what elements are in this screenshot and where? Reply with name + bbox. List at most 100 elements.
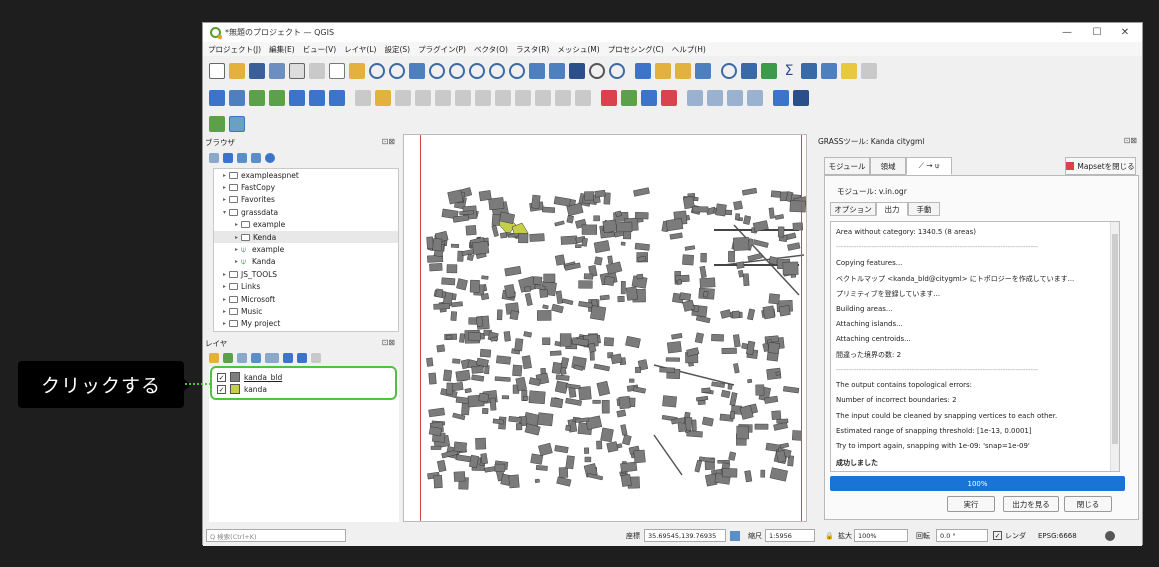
tab-module-run[interactable]: ⟋ → ⍦ [906,157,952,175]
redo-icon[interactable] [575,90,591,106]
menu-layer[interactable]: レイヤ(L) [344,44,376,55]
zoom-selection-icon[interactable] [449,63,465,79]
attribute-table-icon[interactable] [741,63,757,79]
close-module-button[interactable]: 閉じる [1064,496,1112,512]
browser-item[interactable]: ▸ Favorites [214,194,398,206]
browser-item[interactable]: ▸ Links [214,281,398,293]
manage-visibility-icon[interactable] [237,353,247,363]
new-geopackage-icon[interactable] [229,90,245,106]
expand-caret-icon[interactable]: ▾ [220,209,229,216]
show-hide-labels-icon[interactable] [747,90,763,106]
browser-item[interactable]: ▸ Music [214,305,398,317]
expand-caret-icon[interactable]: ▸ [220,308,229,315]
expand-caret-icon[interactable]: ▸ [220,271,229,278]
open-field-calculator-icon[interactable] [721,63,737,79]
map-tips-icon[interactable] [841,63,857,79]
diagram-icon[interactable] [621,90,637,106]
sum-icon[interactable]: Σ [781,63,797,79]
subtab-options[interactable]: オプション [830,202,876,216]
style-manager-icon[interactable] [309,63,325,79]
toggle-editing-icon[interactable] [375,90,391,106]
3d-map-view-icon[interactable] [549,63,565,79]
grass-region-icon[interactable] [229,116,245,132]
highlight-labels-icon[interactable] [661,90,677,106]
zoom-in-icon[interactable] [369,63,385,79]
identify-features-icon[interactable] [635,63,651,79]
refresh-icon[interactable] [609,63,625,79]
properties-icon[interactable] [265,153,275,163]
map-canvas[interactable] [403,134,807,522]
filter-by-expression-icon[interactable] [265,353,279,363]
tab-region[interactable]: 領域 [870,157,906,175]
new-project-icon[interactable] [209,63,225,79]
temporal-controller-icon[interactable] [589,63,605,79]
browser-item[interactable]: ▸ exampleaspnet [214,169,398,181]
add-wfs-icon[interactable] [329,90,345,106]
add-vector-icon[interactable] [249,90,265,106]
expand-caret-icon[interactable]: ▸ [232,246,241,253]
expand-caret-icon[interactable]: ▸ [220,172,229,179]
expand-caret-icon[interactable]: ▸ [220,320,229,327]
coordinate-toggle-icon[interactable] [730,530,740,541]
change-label-icon[interactable] [727,90,743,106]
bookmark-icon[interactable] [569,63,585,79]
browser-item[interactable]: ▸ example [214,219,398,231]
scrollbar-thumb[interactable] [1112,234,1118,444]
menu-project[interactable]: プロジェクト(J) [208,44,261,55]
remove-layer-icon[interactable] [311,353,321,363]
new-map-view-icon[interactable] [529,63,545,79]
grass-tools-icon[interactable] [209,116,225,132]
add-selected-layers-icon[interactable] [209,153,219,163]
menu-help[interactable]: ヘルプ(H) [672,44,706,55]
style-layer-icon[interactable] [209,353,219,363]
expand-caret-icon[interactable]: ▸ [220,283,229,290]
browser-item[interactable]: ▸ My project [214,318,398,330]
python-console-icon[interactable] [773,90,789,106]
zoom-last-icon[interactable] [489,63,505,79]
browser-item[interactable]: ▸ FastCopy [214,181,398,193]
refresh-browser-icon[interactable] [223,153,233,163]
add-group-icon[interactable] [223,353,233,363]
save-as-icon[interactable] [269,63,285,79]
add-wms-icon[interactable] [309,90,325,106]
save-edits-icon[interactable] [395,90,411,106]
copy-features-icon[interactable] [515,90,531,106]
expand-caret-icon[interactable]: ▸ [232,221,241,228]
data-source-manager-icon[interactable] [209,90,225,106]
label-tool-icon[interactable] [601,90,617,106]
pan-hand-icon[interactable] [329,63,345,79]
output-log[interactable]: Area without category: 1340.5 (8 areas) -… [830,221,1120,472]
select-by-value-icon[interactable] [695,63,711,79]
deselect-icon[interactable] [675,63,691,79]
rotation-field[interactable]: 0.0 ° [936,529,988,542]
browser-item[interactable]: ▸ ⍦ Kanda [214,256,398,268]
menu-plugins[interactable]: プラグイン(P) [418,44,466,55]
rotate-label-icon[interactable] [707,90,723,106]
collapse-all-layers-icon[interactable] [297,353,307,363]
messages-icon[interactable] [1105,530,1115,541]
subtab-manual[interactable]: 手動 [908,202,940,216]
pan-to-selection-icon[interactable] [349,63,365,79]
menu-settings[interactable]: 設定(S) [384,44,410,55]
undo-icon[interactable] [555,90,571,106]
render-checkbox[interactable]: ✓ [993,531,1002,540]
menu-vector[interactable]: ベクタ(O) [474,44,508,55]
pin-labels-icon[interactable] [641,90,657,106]
expand-all-icon[interactable] [283,353,293,363]
tab-modules[interactable]: モジュール [824,157,870,175]
select-features-icon[interactable] [655,63,671,79]
move-label-icon[interactable] [687,90,703,106]
menu-edit[interactable]: 編集(E) [269,44,295,55]
expand-caret-icon[interactable]: ▸ [220,184,229,191]
menu-raster[interactable]: ラスタ(R) [516,44,549,55]
expand-caret-icon[interactable]: ▸ [232,258,241,265]
collapse-all-icon[interactable] [251,153,261,163]
crs-button[interactable]: EPSG:6668 [1038,532,1077,540]
menu-mesh[interactable]: メッシュ(M) [557,44,599,55]
browser-item[interactable]: ▸ Microsoft [214,293,398,305]
new-annotation-icon[interactable] [861,63,877,79]
locator-search-input[interactable]: Q 検索(Ctrl+K) [206,529,346,542]
browser-item[interactable]: ▸ JS_TOOLS [214,268,398,280]
statistics-icon[interactable] [761,63,777,79]
current-edits-icon[interactable] [355,90,371,106]
